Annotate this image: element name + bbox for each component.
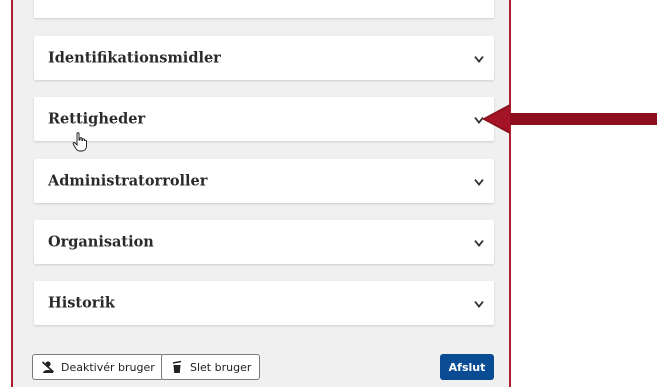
finish-button[interactable]: Afslut: [440, 354, 494, 380]
accordion-administratorroller[interactable]: Administratorroller: [34, 159, 494, 203]
delete-user-label: Slet bruger: [190, 360, 252, 374]
accordion-title: Rettigheder: [48, 110, 146, 128]
chevron-down-icon: [474, 179, 484, 187]
deactivate-user-button[interactable]: Deaktivér bruger: [32, 354, 164, 380]
accordion-historik[interactable]: Historik: [34, 281, 494, 325]
trash-icon: [172, 360, 182, 373]
chevron-down-icon: [474, 301, 484, 309]
accordion-panel-partial: [34, 0, 494, 18]
delete-user-button[interactable]: Slet bruger: [161, 354, 261, 380]
annotation-arrow-icon: [482, 104, 657, 134]
accordion-rettigheder[interactable]: Rettigheder: [34, 97, 494, 141]
accordion-title: Organisation: [48, 233, 154, 251]
deactivate-user-label: Deaktivér bruger: [61, 360, 155, 374]
chevron-down-icon: [474, 56, 484, 64]
accordion-organisation[interactable]: Organisation: [34, 220, 494, 264]
accordion-title: Historik: [48, 294, 115, 312]
accordion-identifikationsmidler[interactable]: Identifikationsmidler: [34, 36, 494, 80]
chevron-down-icon: [474, 240, 484, 248]
accordion-title: Administratorroller: [48, 172, 208, 190]
user-block-icon: [41, 361, 55, 373]
accordion-title: Identifikationsmidler: [48, 49, 221, 67]
hand-cursor-icon: [72, 132, 87, 152]
